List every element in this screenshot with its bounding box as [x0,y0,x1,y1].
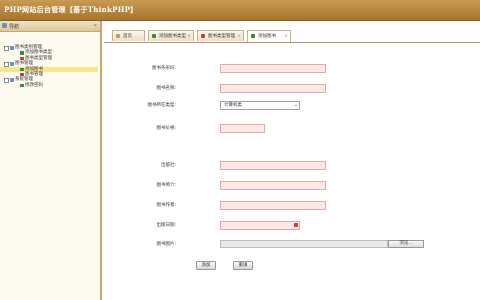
tab[interactable]: 添加图书类型 × [148,30,194,41]
field-label: 图书所在类型: [147,103,176,108]
folder-icon [10,46,14,50]
sidebar: 导航 « 图书类别管理 添加图书类型 图书类型管理 图书管理 添加图书 图书管理 系统管理修… [0,21,102,300]
field-label: 图书条形码: [151,66,176,71]
field-label: 出版日期: [156,223,176,228]
page-icon [20,56,24,61]
tab-label: 添加图书 [258,34,276,39]
book-type-select[interactable]: 计算机类 ⌄ [220,101,300,110]
chevron-down-icon: ⌄ [293,102,298,108]
folder-icon [10,78,14,82]
tab-label: 首页 [123,34,132,39]
close-tab-icon[interactable]: × [284,31,288,42]
collapse-icon[interactable]: « [93,22,97,29]
tab-icon [116,34,120,38]
reset-button[interactable]: 重填 [233,261,253,270]
text-field[interactable] [220,161,326,170]
sidebar-item-label: 修改密码 [25,82,43,88]
browse-button[interactable]: 浏览... [388,240,424,248]
sidebar-title: 导航 [9,24,20,30]
folder-icon [10,62,14,66]
book-image-field[interactable] [220,240,388,248]
page-icon [20,72,24,77]
nav-tree: 图书类别管理 添加图书类型 图书类型管理 图书管理 添加图书 图书管理 系统管理 修改密码 [0,45,98,88]
field-label: 图书作者: [156,203,176,208]
tab-icon [201,34,205,38]
tab-icon [152,34,156,38]
app-title: PHP网站后台管理【基于ThinkPHP】 [4,5,138,14]
field-label: 图书简介: [156,183,176,188]
text-field[interactable] [220,64,326,73]
page-icon [20,51,24,55]
date-field[interactable] [220,221,300,230]
tab[interactable]: 图书类型管理 × [197,30,244,41]
field-label: 图书图片: [156,242,176,247]
sidebar-item[interactable]: 修改密码 [0,83,98,88]
tab-icon [251,34,255,38]
tab-bar: 首页 添加图书类型 × 图书类型管理 × 添加图书 × [104,28,480,43]
page-icon [20,67,24,72]
tab-label: 添加图书类型 [159,34,186,39]
field-label: 图书名称: [156,86,176,91]
select-value: 计算机类 [224,103,242,108]
close-tab-icon[interactable]: × [187,31,191,42]
tab[interactable]: 添加图书 × [247,30,291,42]
text-field[interactable] [220,201,326,210]
app-header: PHP网站后台管理【基于ThinkPHP】 [0,0,480,21]
page-icon [20,83,24,88]
calendar-icon[interactable] [294,223,298,227]
text-field[interactable] [220,181,326,190]
tab[interactable]: 首页 [112,30,145,41]
field-label: 出版社: [160,163,176,168]
close-tab-icon[interactable]: × [237,31,241,42]
text-field[interactable] [220,124,265,133]
sidebar-header: 导航 « [0,21,100,32]
nav-icon [2,23,7,28]
tab-label: 图书类型管理 [208,34,235,39]
text-field[interactable] [220,84,326,93]
field-label: 图书价格: [156,126,176,131]
submit-button[interactable]: 添加 [196,261,216,270]
